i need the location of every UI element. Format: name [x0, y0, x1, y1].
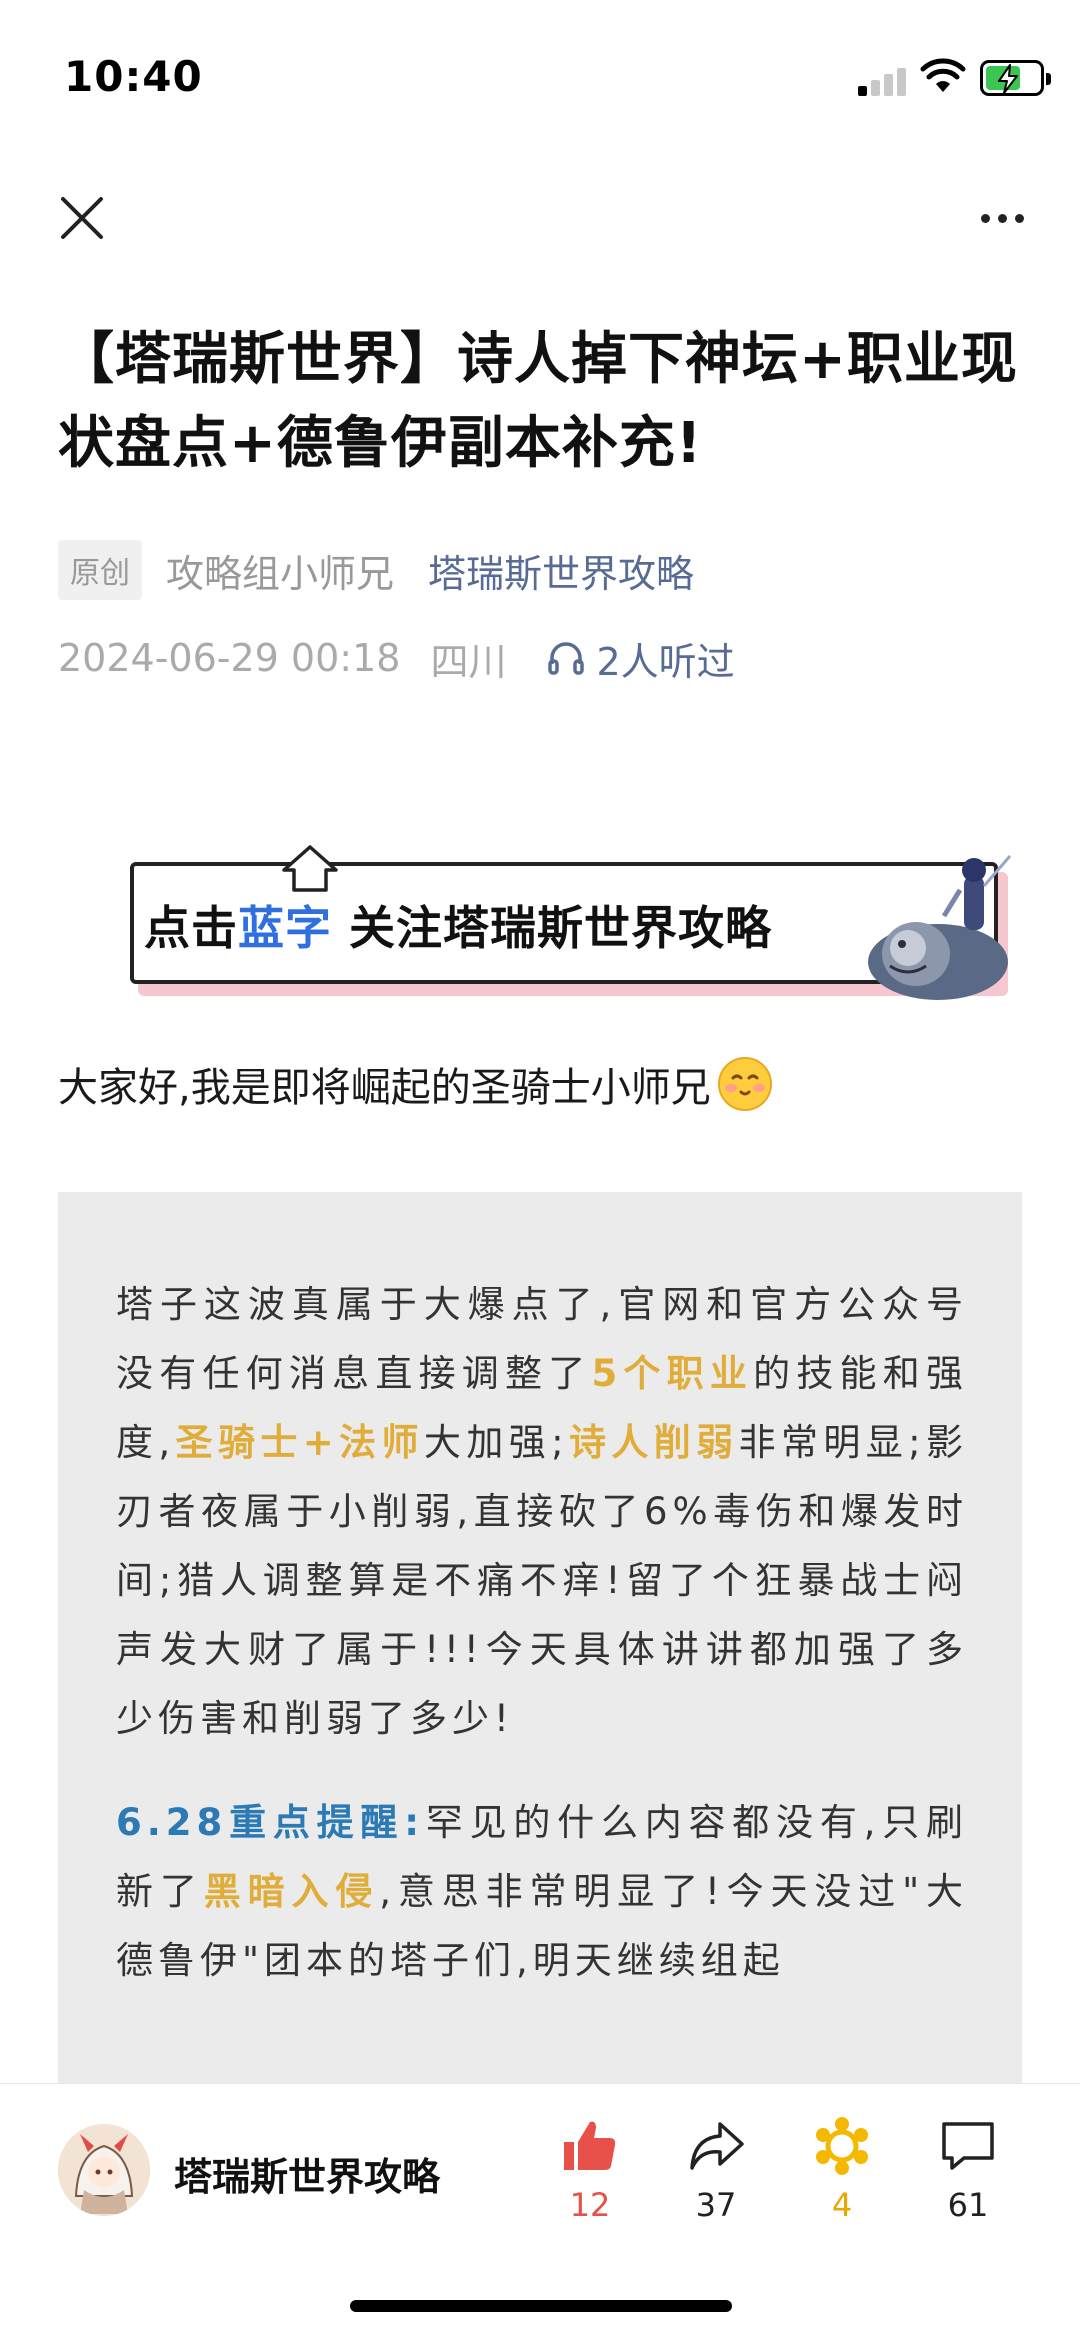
- thumbs-up-icon: [564, 2121, 616, 2170]
- publish-datetime: 2024-06-29 00:18: [58, 636, 401, 680]
- article-meta-secondary: 2024-06-29 00:18 四川 2人听过: [58, 628, 735, 688]
- publish-location: 四川: [430, 639, 507, 684]
- status-time: 10:40: [64, 52, 203, 101]
- listen-button[interactable]: 2人听过: [546, 631, 735, 686]
- top-nav: [0, 150, 1080, 260]
- account-avatar-image: [58, 2124, 150, 2216]
- cellular-signal-icon: [858, 66, 908, 96]
- banner-text: 点击蓝字 关注塔瑞斯世界攻略: [144, 892, 772, 958]
- original-badge: 原创: [58, 540, 142, 600]
- headphones-icon: [548, 642, 585, 675]
- quote-block: 塔子这波真属于大爆点了,官网和官方公众号没有任何消息直接调整了5个职业的技能和强…: [58, 1192, 1022, 2092]
- greeting-label: 大家好,我是即将崛起的圣骑士小师兄: [58, 1065, 711, 1111]
- wifi-icon: [920, 58, 966, 92]
- wow-button[interactable]: 4: [792, 2114, 892, 2234]
- comment-bubble-icon: [942, 2122, 994, 2170]
- status-bar: 10:40: [0, 0, 1080, 150]
- more-icon: [980, 213, 990, 223]
- follow-banner[interactable]: 点击蓝字 关注塔瑞斯世界攻略: [130, 845, 1020, 1000]
- banner-blue-text: 蓝字: [238, 901, 332, 955]
- battery-icon: [980, 60, 1051, 96]
- p1-highlight-classes: 5个职业: [591, 1352, 754, 1395]
- article-title: 【塔瑞斯世界】诗人掉下神坛+职业现状盘点+德鲁伊副本补充!: [58, 327, 1018, 476]
- knight-lion-illustration: [868, 855, 1012, 1000]
- author-name: 攻略组小师兄: [166, 551, 395, 596]
- smile-emoji-icon: [717, 1057, 772, 1111]
- wow-count: 4: [831, 2186, 853, 2224]
- banner-suffix: 关注塔瑞斯世界攻略: [332, 901, 773, 955]
- share-count: 37: [695, 2186, 737, 2224]
- like-count: 12: [569, 2186, 611, 2224]
- quote-paragraph-2: 6.28重点提醒:罕见的什么内容都没有,只刷新了黑暗入侵,意思非常明显了!今天没…: [116, 1788, 968, 1995]
- greeting-text: 大家好,我是即将崛起的圣骑士小师兄: [58, 1055, 773, 1113]
- more-options-button[interactable]: [964, 180, 1040, 256]
- p1-highlight-buffed: 圣骑士+法师: [175, 1421, 424, 1464]
- share-button[interactable]: 37: [666, 2114, 766, 2234]
- listen-count: 2人听过: [596, 639, 735, 684]
- account-link[interactable]: 塔瑞斯世界攻略: [428, 543, 694, 598]
- like-button[interactable]: 12: [540, 2114, 640, 2234]
- comment-button[interactable]: 61: [918, 2114, 1018, 2234]
- close-button[interactable]: [44, 180, 120, 256]
- comment-count: 61: [947, 2186, 989, 2224]
- avatar[interactable]: [58, 2124, 150, 2216]
- wow-flower-icon: [816, 2117, 868, 2175]
- share-arrow-icon: [690, 2122, 744, 2170]
- account-name[interactable]: 塔瑞斯世界攻略: [174, 2146, 440, 2201]
- p1-text-4: 非常明显;影刃者夜属于小削弱,直接砍了6%毒伤和爆发时间;猎人调整算是不痛不痒!…: [116, 1421, 968, 1740]
- close-icon: [61, 197, 103, 239]
- p2-highlight-reminder: 6.28重点提醒:: [116, 1801, 425, 1844]
- home-indicator[interactable]: [350, 2300, 732, 2312]
- p1-highlight-nerfed: 诗人削弱: [568, 1421, 739, 1464]
- p1-text-3: 大加强;: [423, 1421, 569, 1464]
- banner-prefix: 点击: [144, 901, 238, 955]
- article-meta: 原创 攻略组小师兄 塔瑞斯世界攻略: [58, 540, 694, 600]
- house-arrow-icon: [282, 845, 338, 892]
- p2-highlight-event: 黑暗入侵: [203, 1870, 380, 1913]
- quote-paragraph-1: 塔子这波真属于大爆点了,官网和官方公众号没有任何消息直接调整了5个职业的技能和强…: [116, 1270, 968, 1753]
